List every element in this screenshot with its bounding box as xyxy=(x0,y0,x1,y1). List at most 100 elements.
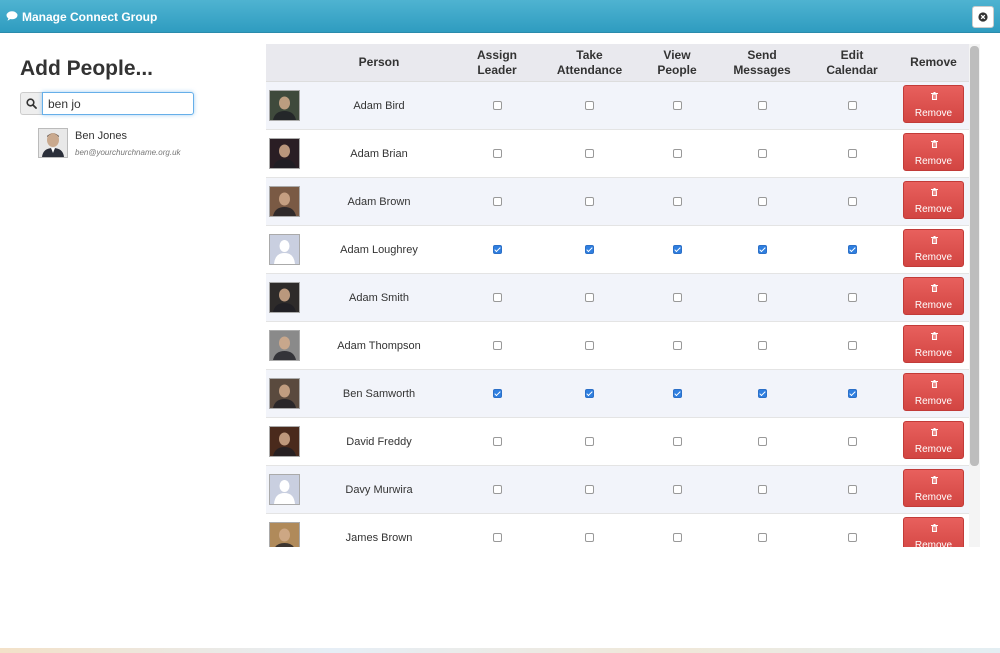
edit-calendar-checkbox[interactable] xyxy=(847,389,857,399)
avatar xyxy=(38,128,68,158)
col-take-attendance-header[interactable]: Take Attendance xyxy=(542,44,637,82)
take-attendance-checkbox[interactable] xyxy=(585,149,594,159)
take-attendance-checkbox[interactable] xyxy=(585,101,594,111)
remove-button[interactable]: Remove xyxy=(903,85,964,123)
assign-leader-cell xyxy=(452,81,542,130)
send-messages-checkbox[interactable] xyxy=(757,341,767,351)
remove-cell: Remove xyxy=(897,321,970,370)
edit-calendar-checkbox[interactable] xyxy=(847,485,857,495)
send-messages-cell xyxy=(717,177,807,226)
remove-button[interactable]: Remove xyxy=(903,325,964,363)
take-attendance-cell xyxy=(542,465,637,514)
assign-leader-checkbox[interactable] xyxy=(492,437,502,447)
send-messages-checkbox[interactable] xyxy=(757,533,767,543)
close-button[interactable] xyxy=(972,6,994,28)
take-attendance-checkbox[interactable] xyxy=(585,245,594,255)
assign-leader-checkbox[interactable] xyxy=(492,389,502,399)
remove-button[interactable]: Remove xyxy=(903,229,964,267)
edit-calendar-checkbox[interactable] xyxy=(847,245,857,255)
send-messages-checkbox[interactable] xyxy=(757,485,767,495)
edit-calendar-checkbox[interactable] xyxy=(847,533,857,543)
remove-button-label: Remove xyxy=(914,540,953,547)
trash-icon xyxy=(931,380,938,388)
trash-icon xyxy=(931,236,938,244)
take-attendance-checkbox[interactable] xyxy=(585,389,594,399)
col-edit-calendar-header[interactable]: Edit Calendar xyxy=(807,44,897,82)
search-result-item[interactable]: Ben Jones ben@yourchurchname.org.uk xyxy=(38,128,238,160)
assign-leader-checkbox[interactable] xyxy=(492,245,502,255)
col-view-people-header[interactable]: View People xyxy=(637,44,717,82)
take-attendance-checkbox[interactable] xyxy=(585,533,594,543)
send-messages-checkbox[interactable] xyxy=(757,197,767,207)
avatar-cell xyxy=(266,369,306,418)
remove-button[interactable]: Remove xyxy=(903,181,964,219)
table-row: Ben Samworth Remove xyxy=(266,369,970,418)
view-people-checkbox[interactable] xyxy=(672,437,682,447)
take-attendance-checkbox[interactable] xyxy=(585,437,594,447)
remove-button[interactable]: Remove xyxy=(903,517,964,547)
assign-leader-checkbox[interactable] xyxy=(492,293,502,303)
col-avatar-header xyxy=(266,44,306,82)
assign-leader-checkbox[interactable] xyxy=(492,533,502,543)
remove-button[interactable]: Remove xyxy=(903,373,964,411)
view-people-checkbox[interactable] xyxy=(672,341,682,351)
edit-calendar-checkbox[interactable] xyxy=(847,197,857,207)
view-people-checkbox[interactable] xyxy=(672,485,682,495)
take-attendance-checkbox[interactable] xyxy=(585,197,594,207)
send-messages-checkbox[interactable] xyxy=(757,245,767,255)
remove-button[interactable]: Remove xyxy=(903,469,964,507)
table-scrollbar-thumb[interactable] xyxy=(970,46,979,466)
assign-leader-cell xyxy=(452,129,542,178)
remove-button-label: Remove xyxy=(914,252,953,263)
send-messages-checkbox[interactable] xyxy=(757,389,767,399)
col-person-header: Person xyxy=(306,44,452,82)
background-strip xyxy=(0,648,1000,653)
view-people-checkbox[interactable] xyxy=(672,149,682,159)
view-people-checkbox[interactable] xyxy=(672,101,682,111)
col-assign-leader-header[interactable]: Assign Leader xyxy=(452,44,542,82)
view-people-checkbox[interactable] xyxy=(672,389,682,399)
person-name: Ben Samworth xyxy=(306,369,452,418)
view-people-cell xyxy=(637,129,717,178)
result-name: Ben Jones xyxy=(75,130,127,142)
remove-button[interactable]: Remove xyxy=(903,277,964,315)
assign-leader-cell xyxy=(452,321,542,370)
edit-calendar-cell xyxy=(807,321,897,370)
assign-leader-checkbox[interactable] xyxy=(492,341,502,351)
view-people-cell xyxy=(637,513,717,547)
edit-calendar-checkbox[interactable] xyxy=(847,437,857,447)
table-row: Adam Bird Remove xyxy=(266,81,970,130)
remove-button[interactable]: Remove xyxy=(903,133,964,171)
avatar xyxy=(269,426,300,457)
remove-button[interactable]: Remove xyxy=(903,421,964,459)
send-messages-cell xyxy=(717,417,807,466)
take-attendance-checkbox[interactable] xyxy=(585,293,594,303)
assign-leader-cell xyxy=(452,177,542,226)
take-attendance-checkbox[interactable] xyxy=(585,341,594,351)
view-people-checkbox[interactable] xyxy=(672,293,682,303)
avatar-cell xyxy=(266,417,306,466)
trash-icon xyxy=(931,428,938,436)
remove-cell: Remove xyxy=(897,177,970,226)
assign-leader-checkbox[interactable] xyxy=(492,149,502,159)
edit-calendar-checkbox[interactable] xyxy=(847,149,857,159)
send-messages-checkbox[interactable] xyxy=(757,293,767,303)
assign-leader-cell xyxy=(452,273,542,322)
assign-leader-checkbox[interactable] xyxy=(492,485,502,495)
edit-calendar-cell xyxy=(807,81,897,130)
search-input[interactable] xyxy=(42,92,194,115)
send-messages-checkbox[interactable] xyxy=(757,149,767,159)
remove-button-label: Remove xyxy=(914,300,953,311)
assign-leader-checkbox[interactable] xyxy=(492,101,502,111)
edit-calendar-checkbox[interactable] xyxy=(847,101,857,111)
send-messages-checkbox[interactable] xyxy=(757,437,767,447)
view-people-checkbox[interactable] xyxy=(672,533,682,543)
edit-calendar-checkbox[interactable] xyxy=(847,341,857,351)
view-people-checkbox[interactable] xyxy=(672,197,682,207)
send-messages-checkbox[interactable] xyxy=(757,101,767,111)
take-attendance-checkbox[interactable] xyxy=(585,485,594,495)
edit-calendar-checkbox[interactable] xyxy=(847,293,857,303)
assign-leader-checkbox[interactable] xyxy=(492,197,502,207)
view-people-checkbox[interactable] xyxy=(672,245,682,255)
col-send-messages-header[interactable]: Send Messages xyxy=(717,44,807,82)
